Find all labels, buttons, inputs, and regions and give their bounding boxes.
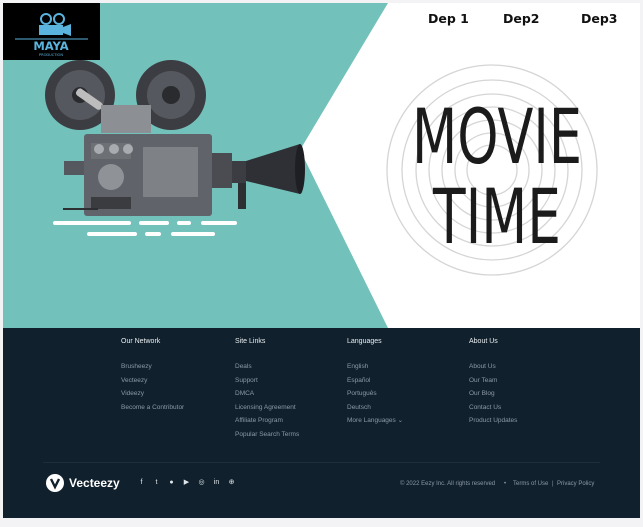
footer-link[interactable]: Support <box>235 374 299 388</box>
site-footer: Our Network Brusheezy Vecteezy Videezy B… <box>3 328 640 518</box>
footer-col-about: About Us About Us Our Team Our Blog Cont… <box>469 338 517 428</box>
terms-link[interactable]: Terms of Use <box>513 481 548 487</box>
facebook-icon[interactable]: f <box>137 478 146 487</box>
brand-name: Vecteezy <box>69 476 120 490</box>
footer-col-languages: Languages English Español Português Deut… <box>347 338 403 428</box>
footer-link[interactable]: Affiliate Program <box>235 414 299 428</box>
logo-title: MAYA <box>33 39 68 53</box>
footer-link[interactable]: Brusheezy <box>121 360 184 374</box>
language-link[interactable]: English <box>347 360 403 374</box>
camera-logo-icon: MAYA PRODUCTION <box>15 13 88 57</box>
footer-link[interactable]: Deals <box>235 360 299 374</box>
youtube-icon[interactable]: ▶ <box>182 478 191 487</box>
footer-link[interactable]: Contact Us <box>469 401 517 415</box>
footer-heading: About Us <box>469 338 498 345</box>
instagram-icon[interactable]: ◎ <box>197 478 206 487</box>
footer-bottom-bar: Vecteezy f t ● ▶ ◎ in ⊕ © 2022 Eezy Inc.… <box>3 458 640 518</box>
footer-link[interactable]: About Us <box>469 360 517 374</box>
privacy-link[interactable]: Privacy Policy <box>557 481 594 487</box>
copyright-text: © 2022 Eezy Inc. All rights reserved <box>400 481 496 487</box>
footer-link[interactable]: Licensing Agreement <box>235 401 299 415</box>
footer-col-network: Our Network Brusheezy Vecteezy Videezy B… <box>121 338 184 414</box>
more-languages-dropdown[interactable]: More Languages ⌄ <box>347 414 403 428</box>
dribbble-icon[interactable]: ⊕ <box>227 478 236 487</box>
logo-subtitle: PRODUCTION <box>39 53 63 57</box>
twitter-icon[interactable]: t <box>152 478 161 487</box>
footer-link[interactable]: Become a Contributor <box>121 401 184 415</box>
hero-title-line2: TIME <box>432 172 561 261</box>
hero-title-line1: MOVIE <box>412 92 582 181</box>
footer-col-site-links: Site Links Deals Support DMCA Licensing … <box>235 338 299 442</box>
footer-divider <box>43 462 600 463</box>
nav-dep1[interactable]: Dep 1 <box>428 11 469 26</box>
footer-link[interactable]: DMCA <box>235 387 299 401</box>
hero-banner: MOVIE TIME MAYA PRODUCTION Dep 1 Dep2 De… <box>3 3 640 328</box>
footer-heading: Languages <box>347 338 382 345</box>
page-frame: MOVIE TIME MAYA PRODUCTION Dep 1 Dep2 De… <box>3 3 640 518</box>
footer-link[interactable]: Our Blog <box>469 387 517 401</box>
language-link[interactable]: Español <box>347 374 403 388</box>
vecteezy-logo-icon <box>46 474 64 492</box>
language-link[interactable]: Deutsch <box>347 401 403 415</box>
footer-heading: Our Network <box>121 338 161 345</box>
linkedin-icon[interactable]: in <box>212 478 221 487</box>
nav-dep2[interactable]: Dep2 <box>503 11 540 26</box>
pinterest-icon[interactable]: ● <box>167 478 176 487</box>
nav-dep3[interactable]: Dep3 <box>581 11 618 26</box>
footer-heading: Site Links <box>235 338 266 345</box>
social-links: f t ● ▶ ◎ in ⊕ <box>137 478 236 487</box>
footer-link[interactable]: Our Team <box>469 374 517 388</box>
footer-link[interactable]: Product Updates <box>469 414 517 428</box>
language-link[interactable]: Português <box>347 387 403 401</box>
footer-link[interactable]: Popular Search Terms <box>235 428 299 442</box>
pipe-separator: | <box>552 481 554 487</box>
bullet-separator: • <box>504 481 507 487</box>
maya-logo[interactable]: MAYA PRODUCTION <box>3 3 100 60</box>
footer-link[interactable]: Vecteezy <box>121 374 184 388</box>
vecteezy-brand[interactable]: Vecteezy <box>46 474 120 492</box>
footer-link[interactable]: Videezy <box>121 387 184 401</box>
